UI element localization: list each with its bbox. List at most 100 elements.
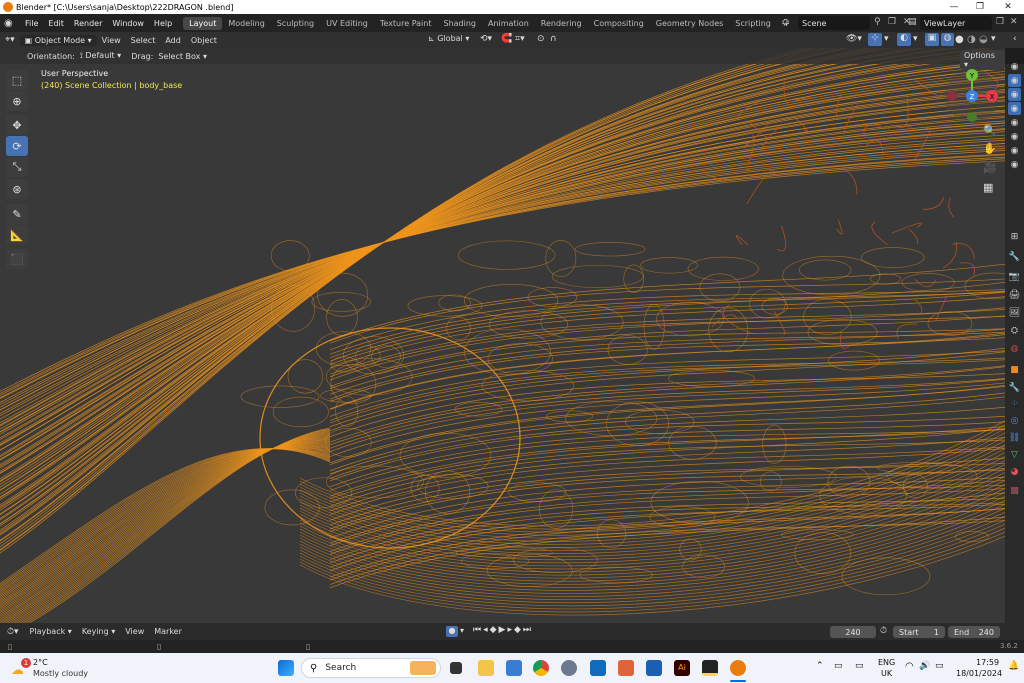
physics-properties-icon[interactable]: ◎ xyxy=(1008,414,1021,427)
close-button[interactable]: ✕ xyxy=(994,0,1022,14)
navigation-gizmo[interactable]: Y Z X xyxy=(940,66,1002,128)
perspective-grid-icon[interactable]: ▦ xyxy=(983,181,993,194)
snap-icon[interactable]: 🧲 xyxy=(501,34,512,44)
menu-timeline-view[interactable]: View xyxy=(120,627,149,636)
output-properties-icon[interactable]: 🖨 xyxy=(1008,288,1021,301)
tab-compositing[interactable]: Compositing xyxy=(588,17,650,30)
transform-orientation-dropdown[interactable]: ⊾ Global ▾ xyxy=(428,34,469,43)
tab-uv-editing[interactable]: UV Editing xyxy=(320,17,374,30)
mail-app-icon[interactable] xyxy=(646,660,662,676)
app-red-icon[interactable] xyxy=(618,660,634,676)
outlook-icon[interactable] xyxy=(590,660,606,676)
tray-app-icon[interactable]: ▭ xyxy=(834,661,843,671)
pivot-point-icon[interactable]: ⟲▾ xyxy=(480,34,492,44)
menu-object[interactable]: Object xyxy=(186,36,222,45)
camera-visibility-5-icon[interactable]: ◉ xyxy=(1008,144,1021,157)
overlays-dropdown-icon[interactable]: ▾ xyxy=(913,34,918,44)
outliner-filter-icon[interactable]: ◉ xyxy=(1008,74,1021,87)
cursor-tool-icon[interactable]: ⊕ xyxy=(6,91,28,111)
camera-visibility-4-icon[interactable]: ◉ xyxy=(1008,130,1021,143)
remove-view-layer-icon[interactable]: ✕ xyxy=(1010,17,1018,27)
menu-file[interactable]: File xyxy=(20,19,43,28)
proportional-edit-icon[interactable]: ⊙ xyxy=(537,34,545,44)
select-box-tool-icon[interactable]: ⬚ xyxy=(6,70,28,90)
constraints-properties-icon[interactable]: ⛓ xyxy=(1008,431,1021,444)
solid-shading-icon[interactable]: ● xyxy=(955,34,964,45)
restore-button[interactable]: ❐ xyxy=(966,0,994,14)
keying-set-dropdown-icon[interactable]: ▾ xyxy=(460,626,464,635)
pan-hand-icon[interactable]: ✋ xyxy=(983,142,997,155)
chrome-icon[interactable] xyxy=(533,660,549,676)
notifications-icon[interactable]: 🔔 xyxy=(1008,661,1019,671)
pin-icon[interactable]: ⚲ xyxy=(874,17,881,27)
clock-time[interactable]: 17:59 xyxy=(976,658,999,667)
sticky-notes-icon[interactable] xyxy=(702,660,718,676)
tool-properties-icon[interactable]: 🔧 xyxy=(1008,250,1021,263)
rendered-shading-icon[interactable]: ◒ xyxy=(979,34,988,45)
wifi-icon[interactable]: ◠ xyxy=(905,661,914,672)
new-scene-icon[interactable]: ❐ xyxy=(888,17,896,27)
mode-dropdown[interactable]: ▣ Object Mode ▾ xyxy=(19,34,97,46)
illustrator-icon[interactable]: Ai xyxy=(674,660,690,676)
scene-properties-icon[interactable]: ⛭ xyxy=(1008,324,1021,337)
volume-icon[interactable]: 🔊 xyxy=(919,661,930,671)
tab-rendering[interactable]: Rendering xyxy=(535,17,588,30)
gizmo-dropdown-icon[interactable]: ▾ xyxy=(884,34,889,44)
tab-shading[interactable]: Shading xyxy=(437,17,482,30)
wireframe-shading-icon[interactable]: ◍ xyxy=(941,33,954,46)
menu-view[interactable]: View xyxy=(97,36,126,45)
viewport-3d[interactable]: Orientation: ⟟ Default ▾ Drag: Select Bo… xyxy=(0,48,1005,623)
scene-selector[interactable]: Scene xyxy=(798,16,870,30)
collection-visibility-icon[interactable]: ◉ xyxy=(1008,60,1021,73)
menu-edit[interactable]: Edit xyxy=(43,19,69,28)
tab-geometry-nodes[interactable]: Geometry Nodes xyxy=(650,17,729,30)
auto-keying-icon[interactable]: ● xyxy=(446,626,458,637)
xray-toggle-icon[interactable]: ▣ xyxy=(925,33,939,46)
editor-type-icon[interactable]: ⌖▾ xyxy=(0,35,20,45)
particles-properties-icon[interactable]: ⁘ xyxy=(1008,397,1021,410)
clock-date[interactable]: 18/01/2024 xyxy=(956,669,1002,678)
blender-menu-icon[interactable]: ◉ xyxy=(4,18,20,29)
task-view-icon[interactable] xyxy=(450,662,462,674)
menu-add[interactable]: Add xyxy=(160,36,186,45)
taskbar-search-box[interactable]: ⚲ Search xyxy=(301,658,441,678)
blender-taskbar-icon[interactable] xyxy=(730,660,746,676)
move-tool-icon[interactable]: ✥ xyxy=(6,115,28,135)
overlays-toggle-icon[interactable]: ◐ xyxy=(897,33,911,46)
current-frame-field[interactable]: 240 xyxy=(830,626,876,638)
timeline-editor-icon[interactable]: ⏱▾ xyxy=(7,627,19,637)
menu-marker[interactable]: Marker xyxy=(149,627,187,636)
file-explorer-icon[interactable] xyxy=(478,660,494,676)
gizmo-toggle-icon[interactable]: ⊹ xyxy=(868,33,882,46)
camera-visibility-2-icon[interactable]: ◉ xyxy=(1008,102,1021,115)
settings-icon[interactable] xyxy=(561,660,577,676)
falloff-icon[interactable]: ∩ xyxy=(550,34,557,44)
tab-modeling[interactable]: Modeling xyxy=(222,17,270,30)
shading-dropdown-icon[interactable]: ▾ xyxy=(991,34,996,44)
snap-target-icon[interactable]: ⌗▾ xyxy=(515,34,525,44)
language-code[interactable]: ENG xyxy=(878,658,895,667)
battery-icon[interactable]: ▭ xyxy=(935,661,944,671)
tab-sculpting[interactable]: Sculpting xyxy=(271,17,320,30)
microsoft-store-icon[interactable] xyxy=(506,660,522,676)
preview-range-icon[interactable]: ⏱ xyxy=(880,626,887,636)
menu-window[interactable]: Window xyxy=(107,19,149,28)
modifier-properties-icon[interactable]: 🔧 xyxy=(1008,381,1021,394)
menu-help[interactable]: Help xyxy=(149,19,177,28)
sidebar-toggle-icon[interactable]: ‹ xyxy=(1013,34,1017,44)
data-properties-icon[interactable]: ▽ xyxy=(1008,448,1021,461)
view-layer-properties-icon[interactable]: 🖼 xyxy=(1008,306,1021,319)
camera-visibility-6-icon[interactable]: ◉ xyxy=(1008,158,1021,171)
menu-render[interactable]: Render xyxy=(69,19,107,28)
minimize-button[interactable]: — xyxy=(940,0,968,14)
rotate-tool-icon[interactable]: ⟳ xyxy=(6,136,28,156)
tray-display-icon[interactable]: ▭ xyxy=(855,661,864,671)
weather-widget[interactable]: ☁ 1 xyxy=(10,658,31,678)
properties-editor-icon[interactable]: ⊞ xyxy=(1008,230,1021,243)
material-properties-icon[interactable]: ◕ xyxy=(1008,465,1021,478)
drag-dropdown[interactable]: Select Box ▾ xyxy=(158,52,207,61)
tab-scripting[interactable]: Scripting xyxy=(729,17,777,30)
material-shading-icon[interactable]: ◑ xyxy=(967,34,976,45)
object-properties-icon[interactable]: ■ xyxy=(1008,363,1021,376)
measure-tool-icon[interactable]: 📐 xyxy=(6,225,28,245)
